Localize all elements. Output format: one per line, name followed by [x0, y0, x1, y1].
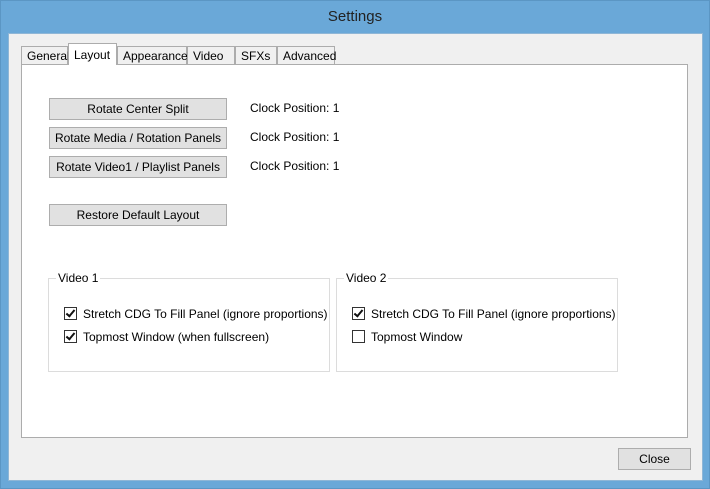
- video-2-group: Video 2 Stretch CDG To Fill Panel (ignor…: [336, 271, 618, 372]
- video1-stretch-cdg-option[interactable]: Stretch CDG To Fill Panel (ignore propor…: [64, 307, 328, 321]
- rotate-video1-playlist-panels-button[interactable]: Rotate Video1 / Playlist Panels: [49, 156, 227, 178]
- video2-topmost-window-option[interactable]: Topmost Window: [352, 330, 462, 344]
- layout-tab-panel: Rotate Center Split Clock Position: 1 Ro…: [21, 64, 688, 438]
- tab-sfxs[interactable]: SFXs: [235, 46, 277, 64]
- video1-playlist-clock-position: Clock Position: 1: [250, 159, 340, 173]
- tab-appearance[interactable]: Appearance: [117, 46, 188, 64]
- rotate-media-rotation-panels-button[interactable]: Rotate Media / Rotation Panels: [49, 127, 227, 149]
- video1-topmost-window-option[interactable]: Topmost Window (when fullscreen): [64, 330, 269, 344]
- restore-default-layout-button[interactable]: Restore Default Layout: [49, 204, 227, 226]
- video1-topmost-window-label: Topmost Window (when fullscreen): [83, 330, 270, 344]
- checkbox-checked[interactable]: [64, 307, 77, 320]
- center-split-clock-position: Clock Position: 1: [250, 101, 340, 115]
- window-title: Settings: [327, 8, 383, 25]
- tab-advanced[interactable]: Advanced: [277, 46, 336, 64]
- rotate-center-split-button[interactable]: Rotate Center Split: [49, 98, 227, 120]
- video2-topmost-window-label: Topmost Window: [371, 330, 463, 344]
- video-2-group-title: Video 2: [344, 271, 389, 285]
- checkbox-checked[interactable]: [352, 307, 365, 320]
- dialog-client: General Layout Appearance Video 2 SFXs A…: [8, 33, 703, 481]
- tab-layout[interactable]: Layout: [68, 43, 117, 65]
- tab-general[interactable]: General: [21, 46, 70, 64]
- video2-stretch-cdg-label: Stretch CDG To Fill Panel (ignore propor…: [371, 307, 616, 321]
- close-button[interactable]: Close: [618, 448, 691, 470]
- checkbox-checked[interactable]: [64, 330, 77, 343]
- media-rotation-clock-position: Clock Position: 1: [250, 130, 340, 144]
- video2-stretch-cdg-option[interactable]: Stretch CDG To Fill Panel (ignore propor…: [352, 307, 616, 321]
- video1-stretch-cdg-label: Stretch CDG To Fill Panel (ignore propor…: [83, 307, 328, 321]
- tab-video-2[interactable]: Video 2: [187, 46, 235, 81]
- video-1-group-title: Video 1: [56, 271, 101, 285]
- checkbox-unchecked[interactable]: [352, 330, 365, 343]
- video-1-group: Video 1 Stretch CDG To Fill Panel (ignor…: [48, 271, 330, 372]
- settings-window: Settings General Layout Appearance Video…: [0, 0, 710, 489]
